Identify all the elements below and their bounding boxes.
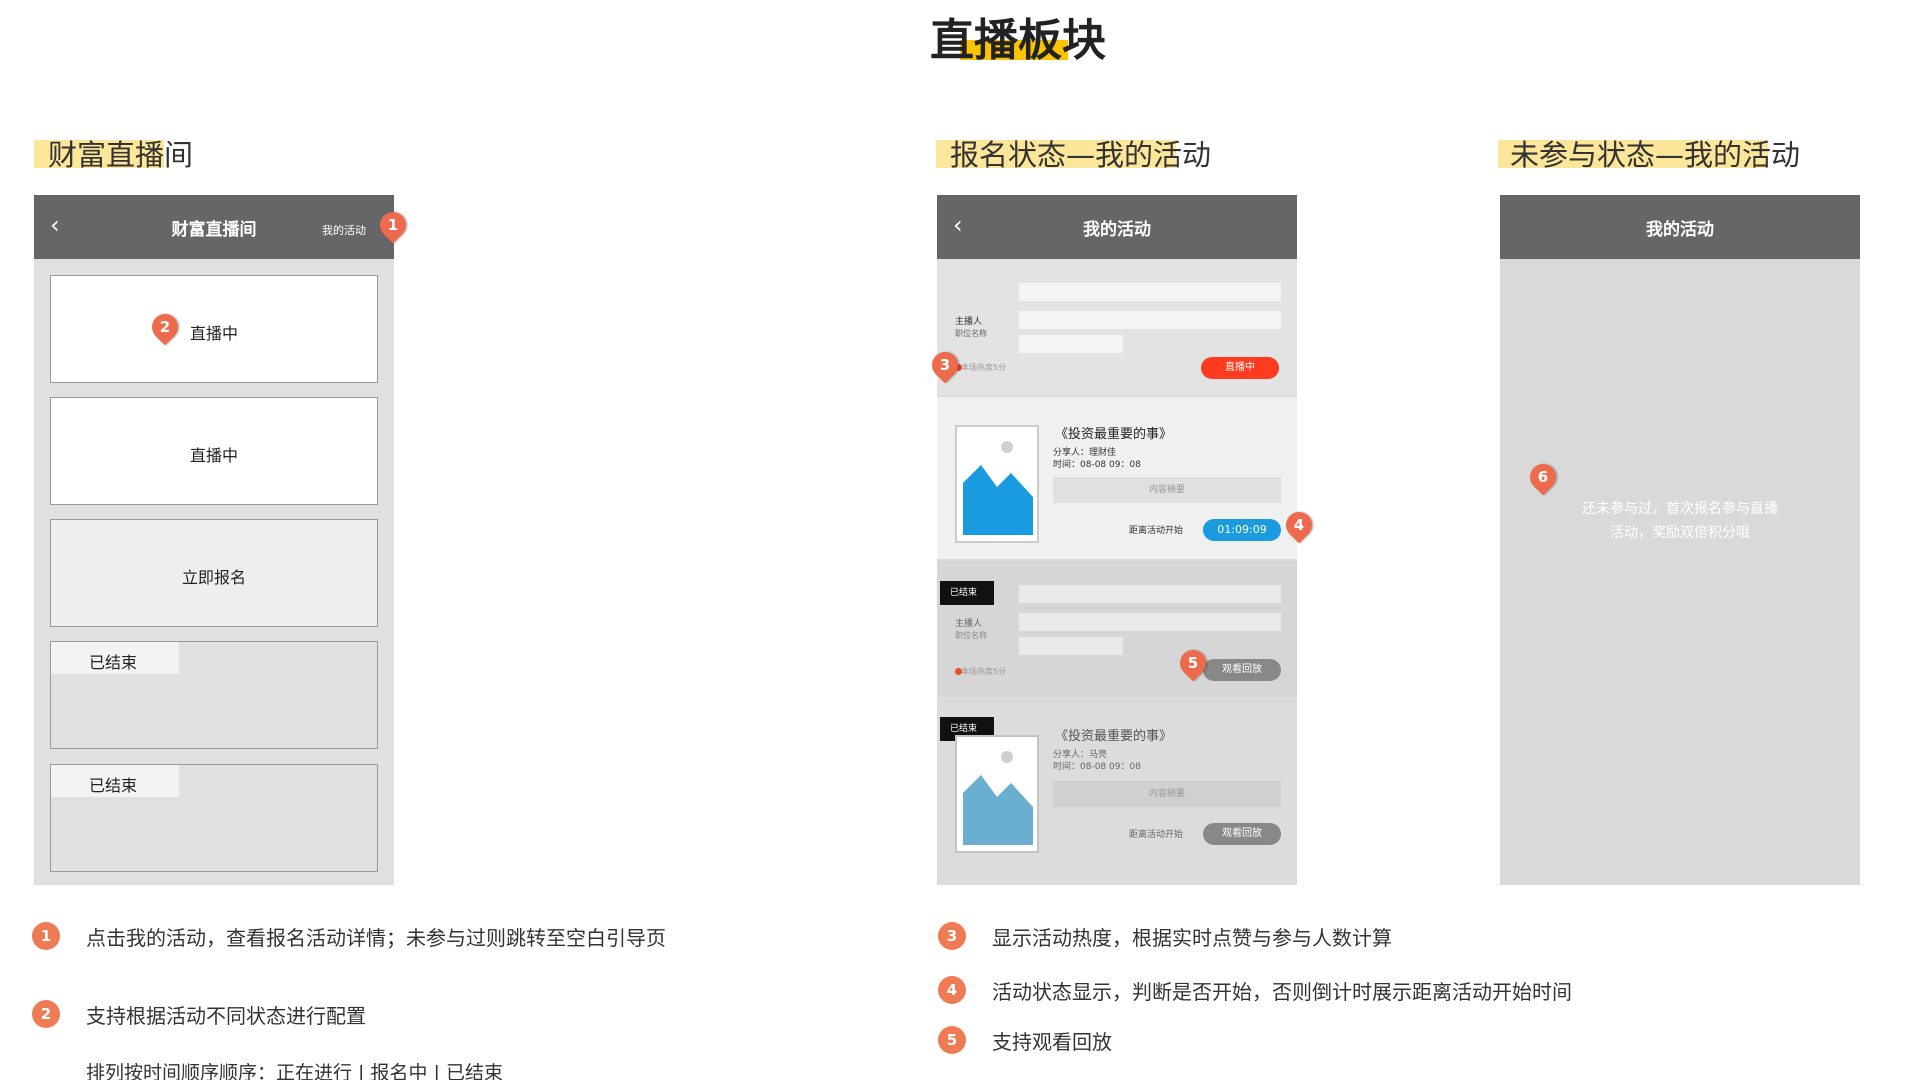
live-status-pill[interactable]: 直播中 xyxy=(1201,357,1279,379)
phone-my-activity-empty: 我的活动 还未参与过，首次报名参与直播 活动，奖励双倍积分哦 xyxy=(1500,195,1860,885)
phone-wealth-live: ‹ 财富直播间 我的活动 直播中 直播中 立即报名 已结束 已结束 xyxy=(34,195,394,885)
ended-card-1[interactable]: 已结束 xyxy=(50,641,378,749)
replay-button[interactable]: 观看回放 xyxy=(1203,823,1281,845)
marker-3: 3 xyxy=(926,346,964,384)
heat-text: 本场热度5分 xyxy=(961,667,1007,676)
time-text: 时间：08-08 09：08 xyxy=(1053,762,1141,772)
heat-text: 本场热度5分 xyxy=(961,363,1007,372)
placeholder-bar xyxy=(1019,335,1123,353)
ended-event-item[interactable]: 已结束 《投资最重要的事》 分享人：马亮 时间：08-08 09：08 内容摘要… xyxy=(937,699,1297,875)
replay-button[interactable]: 观看回放 xyxy=(1203,659,1281,681)
summary-text: 内容摘要 xyxy=(1148,789,1185,799)
placeholder-bar xyxy=(1019,283,1281,301)
section-title-left: 财富直播间 xyxy=(48,138,194,172)
note-text-1: 点击我的活动，查看报名活动详情；未参与过则跳转至空白引导页 xyxy=(86,926,666,950)
empty-text-line: 活动，奖励双倍积分哦 xyxy=(1610,525,1750,541)
position-label: 职位名称 xyxy=(955,631,987,640)
mountain-icon xyxy=(963,775,1033,845)
ended-tab: 已结束 xyxy=(51,765,179,797)
placeholder-bar xyxy=(1019,585,1281,603)
image-placeholder-icon xyxy=(1001,751,1013,763)
countdown-label: 距离活动开始 xyxy=(1129,526,1184,536)
card-label: 直播中 xyxy=(189,324,238,343)
note-text-5: 支持观看回放 xyxy=(992,1030,1112,1054)
card-label: 立即报名 xyxy=(181,568,246,587)
upcoming-event-item[interactable]: 《投资最重要的事》 分享人：理财佳 时间：08-08 09：08 内容摘要 距离… xyxy=(937,397,1297,559)
empty-guide-text: 还未参与过，首次报名参与直播 活动，奖励双倍积分哦 xyxy=(1500,497,1860,545)
marker-1: 1 xyxy=(374,206,412,244)
event-cover-image xyxy=(955,425,1039,543)
note-badge-5: 5 xyxy=(938,1026,966,1054)
summary-text: 内容摘要 xyxy=(1148,485,1185,495)
time-text: 时间：08-08 09：08 xyxy=(1053,460,1141,470)
navbar: ‹ 我的活动 xyxy=(937,195,1297,259)
countdown-label: 距离活动开始 xyxy=(1129,830,1184,840)
note-badge-2: 2 xyxy=(32,1000,60,1028)
mountain-icon xyxy=(963,465,1033,535)
note-badge-3: 3 xyxy=(938,922,966,950)
nav-title: 我的活动 xyxy=(1646,220,1714,240)
card-label: 直播中 xyxy=(189,446,238,465)
note-badge-4: 4 xyxy=(938,976,966,1004)
live-host-item[interactable]: 主播人 职位名称 本场热度5分 直播中 xyxy=(937,259,1297,395)
page-title: 直播板块 xyxy=(930,15,1106,66)
summary-box: 内容摘要 xyxy=(1053,477,1281,503)
marker-5: 5 xyxy=(1174,644,1212,682)
book-title: 《投资最重要的事》 xyxy=(1055,729,1173,744)
countdown-pill[interactable]: 01:09:09 xyxy=(1203,519,1281,541)
live-card-2[interactable]: 直播中 xyxy=(50,397,378,505)
nav-title: 我的活动 xyxy=(1083,220,1151,240)
live-card-1[interactable]: 直播中 xyxy=(50,275,378,383)
phone-my-activity-registered: ‹ 我的活动 主播人 职位名称 本场热度5分 直播中 《投资最重要的事》 分享人… xyxy=(937,195,1297,885)
sharer-text: 分享人：理财佳 xyxy=(1053,448,1117,458)
note-badge-1: 1 xyxy=(32,922,60,950)
note-text-4: 活动状态显示，判断是否开始，否则倒计时展示距离活动开始时间 xyxy=(992,980,1572,1004)
section-title-middle: 报名状态—我的活动 xyxy=(950,138,1212,172)
ended-card-2[interactable]: 已结束 xyxy=(50,764,378,872)
ended-tab: 已结束 xyxy=(51,642,179,674)
event-cover-image xyxy=(955,735,1039,853)
my-activity-link[interactable]: 我的活动 xyxy=(322,222,366,238)
marker-2: 2 xyxy=(146,308,184,346)
book-title: 《投资最重要的事》 xyxy=(1055,427,1173,442)
placeholder-bar xyxy=(1019,311,1281,329)
image-placeholder-icon xyxy=(1001,441,1013,453)
sharer-text: 分享人：马亮 xyxy=(1053,750,1108,760)
signup-card[interactable]: 立即报名 xyxy=(50,519,378,627)
placeholder-bar xyxy=(1019,637,1123,655)
note-text-2: 支持根据活动不同状态进行配置 xyxy=(86,1004,366,1028)
note-text-3: 显示活动热度，根据实时点赞与参与人数计算 xyxy=(992,926,1392,950)
note-text-2-sub: 排列按时间顺序顺序：正在进行 | 报名中 | 已结束 xyxy=(86,1062,503,1080)
navbar: 我的活动 xyxy=(1500,195,1860,259)
summary-box: 内容摘要 xyxy=(1053,781,1281,807)
marker-6: 6 xyxy=(1524,458,1562,496)
host-label: 主播人 xyxy=(955,619,983,629)
host-label: 主播人 xyxy=(955,317,983,327)
placeholder-bar xyxy=(1019,613,1281,631)
position-label: 职位名称 xyxy=(955,329,987,338)
ended-host-item[interactable]: 已结束 主播人 职位名称 本场热度5分 观看回放 xyxy=(937,561,1297,697)
navbar: ‹ 财富直播间 我的活动 xyxy=(34,195,394,259)
section-title-right: 未参与状态—我的活动 xyxy=(1510,138,1801,172)
flame-icon xyxy=(955,668,962,675)
marker-4: 4 xyxy=(1280,506,1318,544)
ended-tag: 已结束 xyxy=(940,581,994,605)
empty-text-line: 还未参与过，首次报名参与直播 xyxy=(1582,501,1778,517)
